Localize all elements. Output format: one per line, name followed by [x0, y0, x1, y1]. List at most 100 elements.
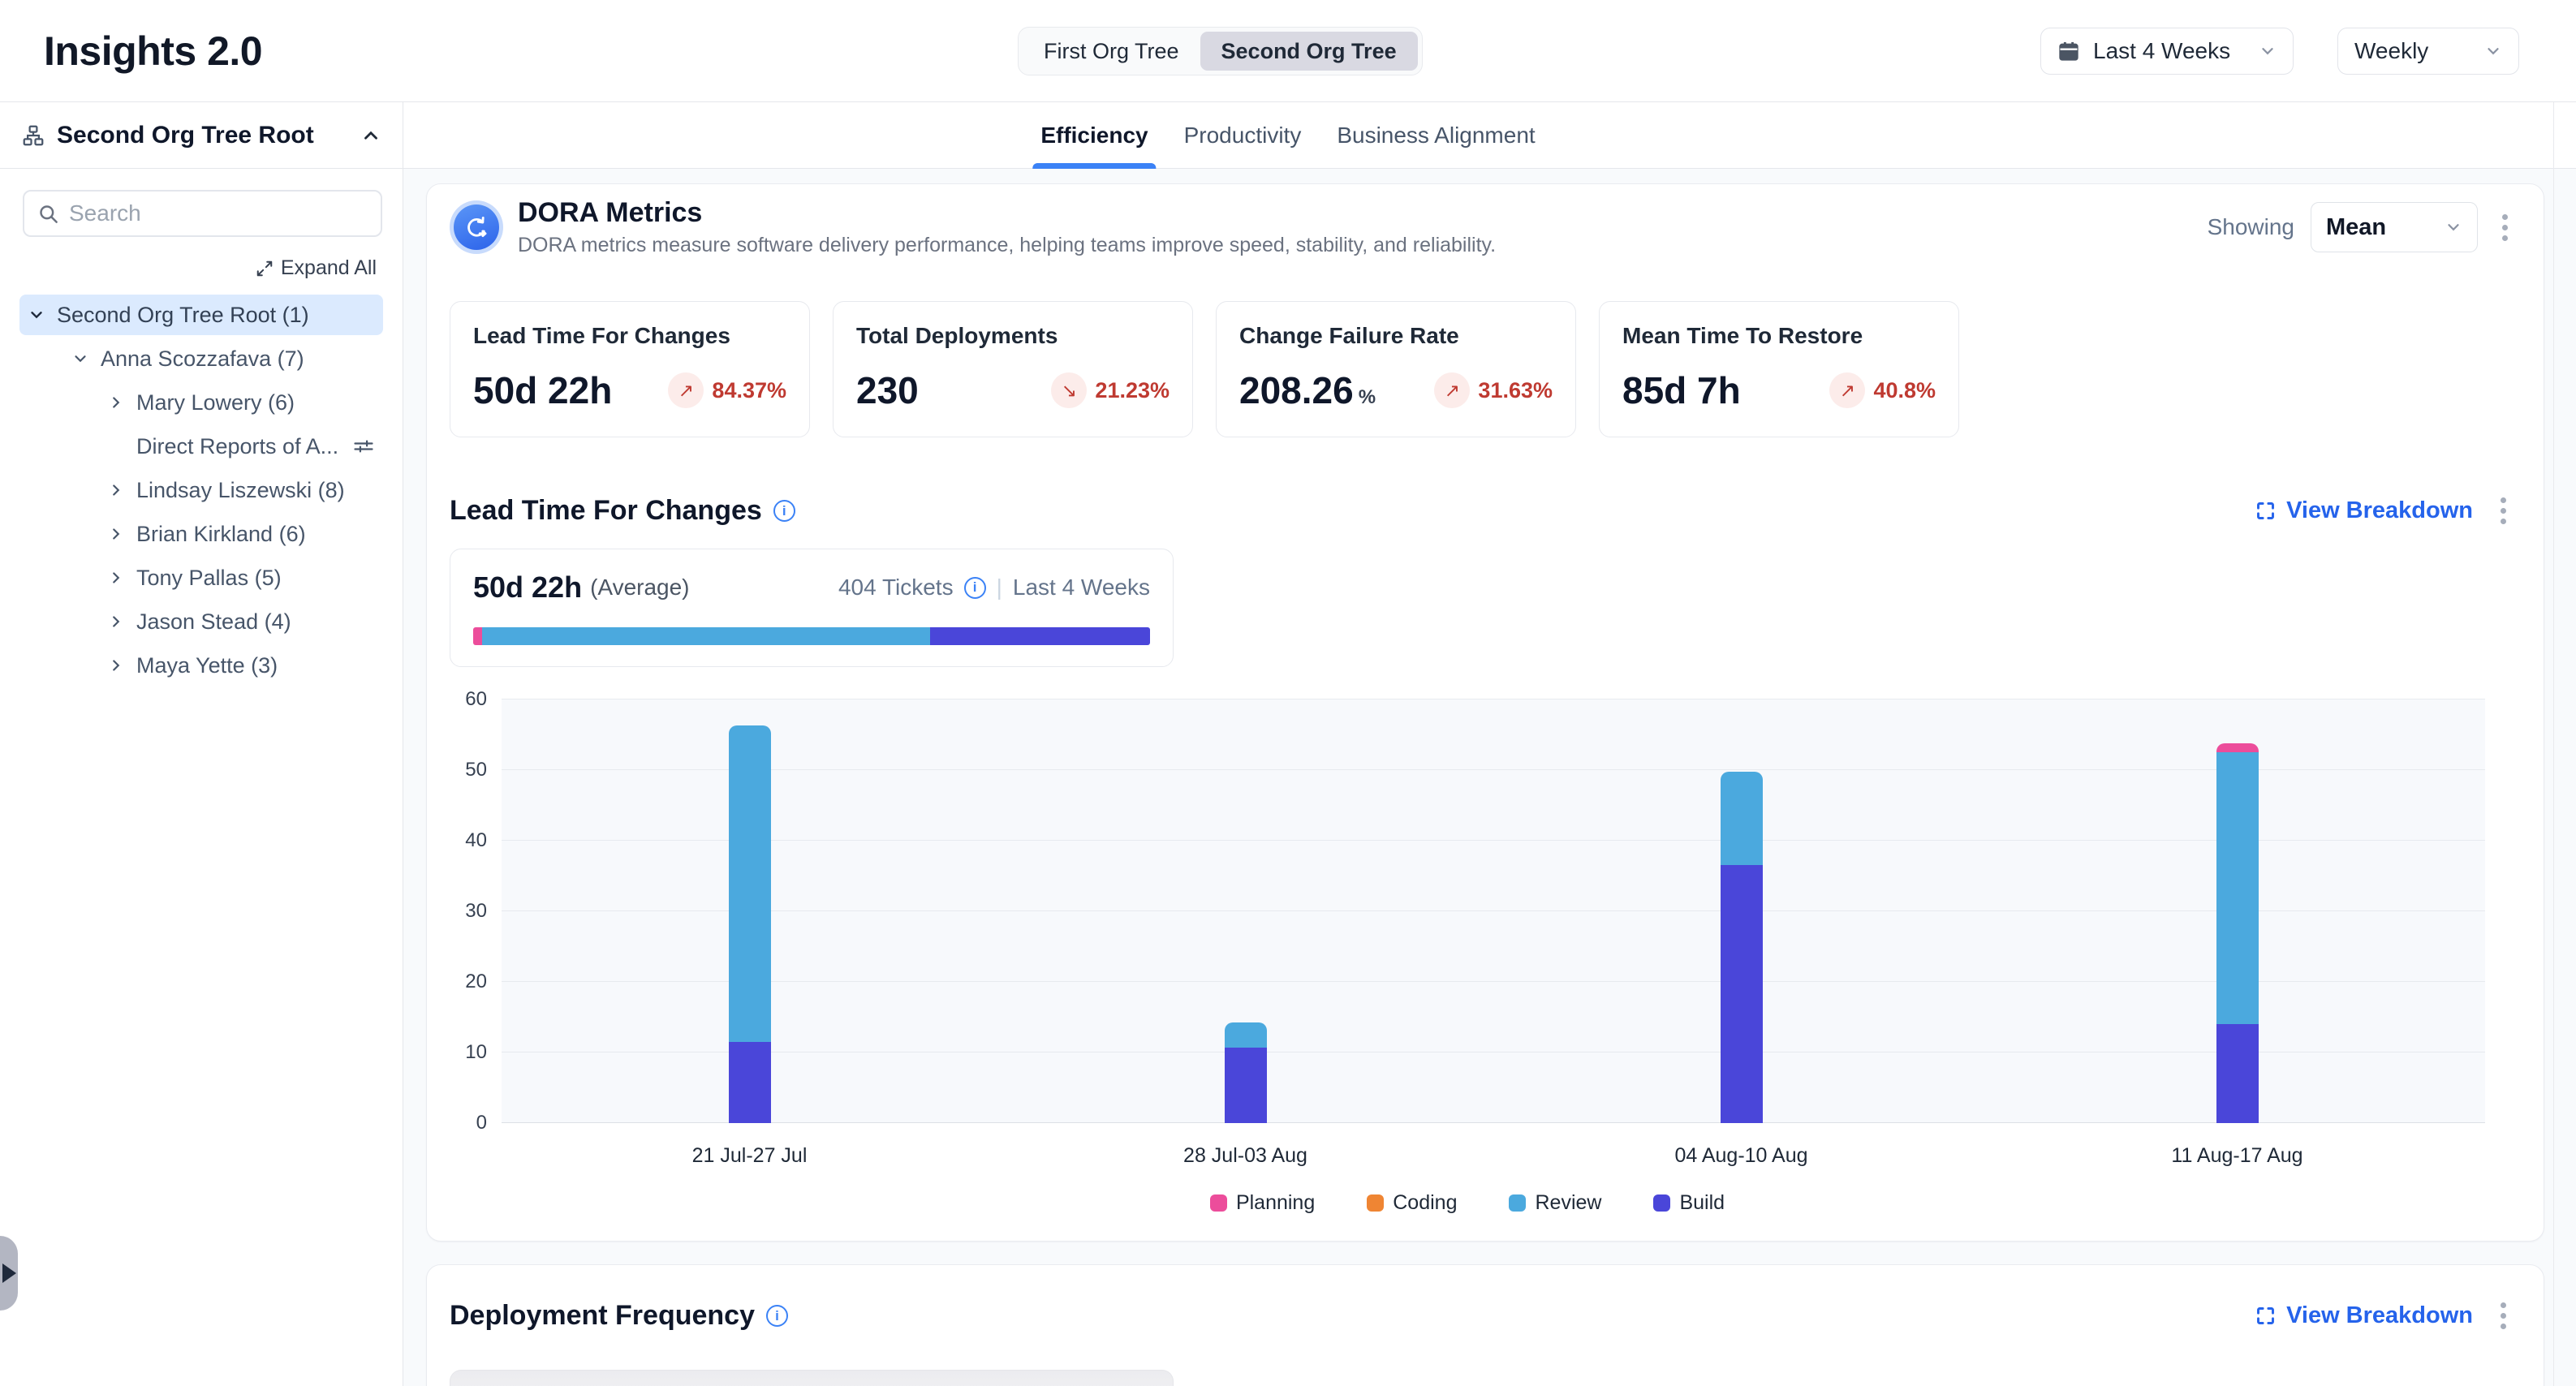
- legend-swatch: [1210, 1194, 1227, 1212]
- x-tick-label: 11 Aug-17 Aug: [2171, 1144, 2302, 1168]
- chart-legend: Planning Coding Review Build: [450, 1191, 2485, 1215]
- search-box: [23, 190, 382, 237]
- triangle-right-icon: [2, 1263, 16, 1283]
- search-icon: [37, 203, 59, 225]
- metric-cards-row: Lead Time For Changes 50d 22h ↗ 84.37% T…: [450, 301, 2521, 437]
- filters-icon[interactable]: [352, 435, 375, 458]
- sidebar-collapse-handle[interactable]: [0, 1236, 18, 1311]
- y-tick-label: 50: [465, 759, 487, 781]
- trend-up-icon: ↗: [1840, 380, 1855, 402]
- tab-bar: Efficiency Productivity Business Alignme…: [403, 102, 2576, 169]
- legend-item-build[interactable]: Build: [1653, 1191, 1725, 1215]
- chevron-right-icon: [107, 613, 125, 631]
- dora-metrics-card: DORA Metrics DORA metrics measure softwa…: [426, 183, 2544, 1242]
- granularity-dropdown[interactable]: Weekly: [2337, 28, 2519, 75]
- toggle-second-org-tree[interactable]: Second Org Tree: [1200, 32, 1418, 71]
- expand-corners-icon: [2255, 500, 2277, 522]
- org-tree-icon: [21, 123, 45, 148]
- lead-time-chart: 0102030405060 21 Jul-27 Jul28 Jul-03 Aug…: [450, 699, 2485, 1215]
- metric-card-total-deployments: Total Deployments 230 ↘ 21.23%: [833, 301, 1193, 437]
- view-breakdown-button[interactable]: View Breakdown: [2255, 1302, 2473, 1329]
- lead-time-average-card: 50d 22h (Average) 404 Tickets | Last 4 W…: [450, 549, 1174, 667]
- dora-title: DORA Metrics: [518, 197, 1496, 229]
- summary-segment-build: [930, 627, 1150, 645]
- tree-item-anna-scozzafava[interactable]: Anna Scozzafava (7): [19, 338, 383, 379]
- y-axis: 0102030405060: [450, 699, 502, 1123]
- tree-item-mary-lowery[interactable]: Mary Lowery (6): [19, 382, 383, 423]
- scrollbar-track[interactable]: [2553, 102, 2554, 1386]
- trend-badge: ↘ 21.23%: [1051, 372, 1170, 408]
- lead-time-menu-kebab-icon[interactable]: [2492, 491, 2514, 531]
- chevron-right-icon: [107, 569, 125, 587]
- bar-segment-review: [2216, 752, 2259, 1024]
- tab-business-alignment[interactable]: Business Alignment: [1337, 102, 1535, 169]
- calendar-icon: [2057, 40, 2080, 62]
- aggregation-dropdown[interactable]: Mean: [2311, 202, 2478, 252]
- showing-label: Showing: [2208, 214, 2294, 240]
- chevron-down-icon: [2445, 218, 2462, 236]
- tree-item-maya-yette[interactable]: Maya Yette (3): [19, 645, 383, 686]
- bar-segment-review: [1721, 772, 1763, 866]
- expand-all-button[interactable]: Expand All: [256, 256, 377, 280]
- chevron-down-icon: [28, 306, 45, 324]
- metric-value: 208.26%: [1239, 368, 1376, 412]
- tree-item-second-org-tree-root[interactable]: Second Org Tree Root (1): [19, 295, 383, 335]
- info-icon[interactable]: [773, 500, 795, 522]
- search-input[interactable]: [69, 200, 368, 226]
- trend-down-icon: ↘: [1062, 380, 1077, 402]
- dora-menu-kebab-icon[interactable]: [2494, 208, 2516, 248]
- tree-item-brian-kirkland[interactable]: Brian Kirkland (6): [19, 514, 383, 554]
- main-content: Efficiency Productivity Business Alignme…: [403, 102, 2576, 1386]
- deployment-menu-kebab-icon[interactable]: [2492, 1296, 2514, 1336]
- metric-value: 230: [856, 368, 919, 412]
- chevron-down-icon: [71, 350, 89, 368]
- chevron-down-icon: [2259, 42, 2277, 60]
- average-value: 50d 22h: [473, 570, 582, 605]
- view-breakdown-button[interactable]: View Breakdown: [2255, 497, 2473, 524]
- metric-value: 85d 7h: [1622, 368, 1741, 412]
- lead-time-section-header: Lead Time For Changes View Breakdown: [450, 491, 2521, 531]
- top-bar: Insights 2.0 First Org Tree Second Org T…: [0, 0, 2576, 102]
- deployment-frequency-card: Deployment Frequency View Breakdown: [426, 1264, 2544, 1386]
- trend-badge: ↗ 31.63%: [1434, 372, 1553, 408]
- trend-badge: ↗ 40.8%: [1829, 372, 1936, 408]
- active-tab-underline: [1032, 163, 1156, 169]
- tree-item-tony-pallas[interactable]: Tony Pallas (5): [19, 557, 383, 598]
- legend-item-planning[interactable]: Planning: [1210, 1191, 1315, 1215]
- date-range-dropdown[interactable]: Last 4 Weeks: [2040, 28, 2294, 75]
- info-icon[interactable]: [766, 1305, 788, 1327]
- tab-efficiency[interactable]: Efficiency: [1040, 102, 1148, 169]
- bar-segment-build: [1225, 1048, 1267, 1123]
- org-tree: Second Org Tree Root (1) Anna Scozzafava…: [0, 295, 403, 686]
- tree-item-direct-reports[interactable]: Direct Reports of A...: [19, 426, 383, 467]
- tickets-count: 404 Tickets: [838, 575, 954, 600]
- chevron-right-icon: [107, 481, 125, 499]
- tree-item-lindsay-liszewski[interactable]: Lindsay Liszewski (8): [19, 470, 383, 510]
- bar-segment-review: [729, 725, 771, 1042]
- org-tree-toggle: First Org Tree Second Org Tree: [1018, 27, 1423, 75]
- dora-subtitle: DORA metrics measure software delivery p…: [518, 234, 1496, 257]
- header-controls: Last 4 Weeks Weekly: [2040, 28, 2519, 75]
- tab-productivity[interactable]: Productivity: [1184, 102, 1302, 169]
- stacked-bar[interactable]: [729, 699, 771, 1123]
- legend-swatch: [1653, 1194, 1670, 1212]
- tree-item-jason-stead[interactable]: Jason Stead (4): [19, 601, 383, 642]
- chevron-right-icon: [107, 525, 125, 543]
- info-icon[interactable]: [964, 577, 986, 599]
- sidebar-title: Second Org Tree Root: [57, 122, 349, 149]
- scroll-content[interactable]: DORA Metrics DORA metrics measure softwa…: [403, 169, 2576, 1386]
- y-tick-label: 30: [465, 900, 487, 923]
- toggle-first-org-tree[interactable]: First Org Tree: [1023, 32, 1200, 71]
- y-tick-label: 10: [465, 1041, 487, 1064]
- x-tick-label: 28 Jul-03 Aug: [1183, 1144, 1307, 1168]
- stacked-bar[interactable]: [1721, 699, 1763, 1123]
- legend-item-coding[interactable]: Coding: [1367, 1191, 1457, 1215]
- stacked-bar[interactable]: [2216, 699, 2259, 1123]
- sidebar-collapse-button[interactable]: [360, 125, 381, 146]
- range-label: Last 4 Weeks: [1013, 575, 1150, 600]
- legend-item-review[interactable]: Review: [1509, 1191, 1601, 1215]
- page-title: Insights 2.0: [44, 28, 262, 75]
- y-tick-label: 20: [465, 971, 487, 993]
- summary-segment-planning: [473, 627, 482, 645]
- stacked-bar[interactable]: [1225, 699, 1267, 1123]
